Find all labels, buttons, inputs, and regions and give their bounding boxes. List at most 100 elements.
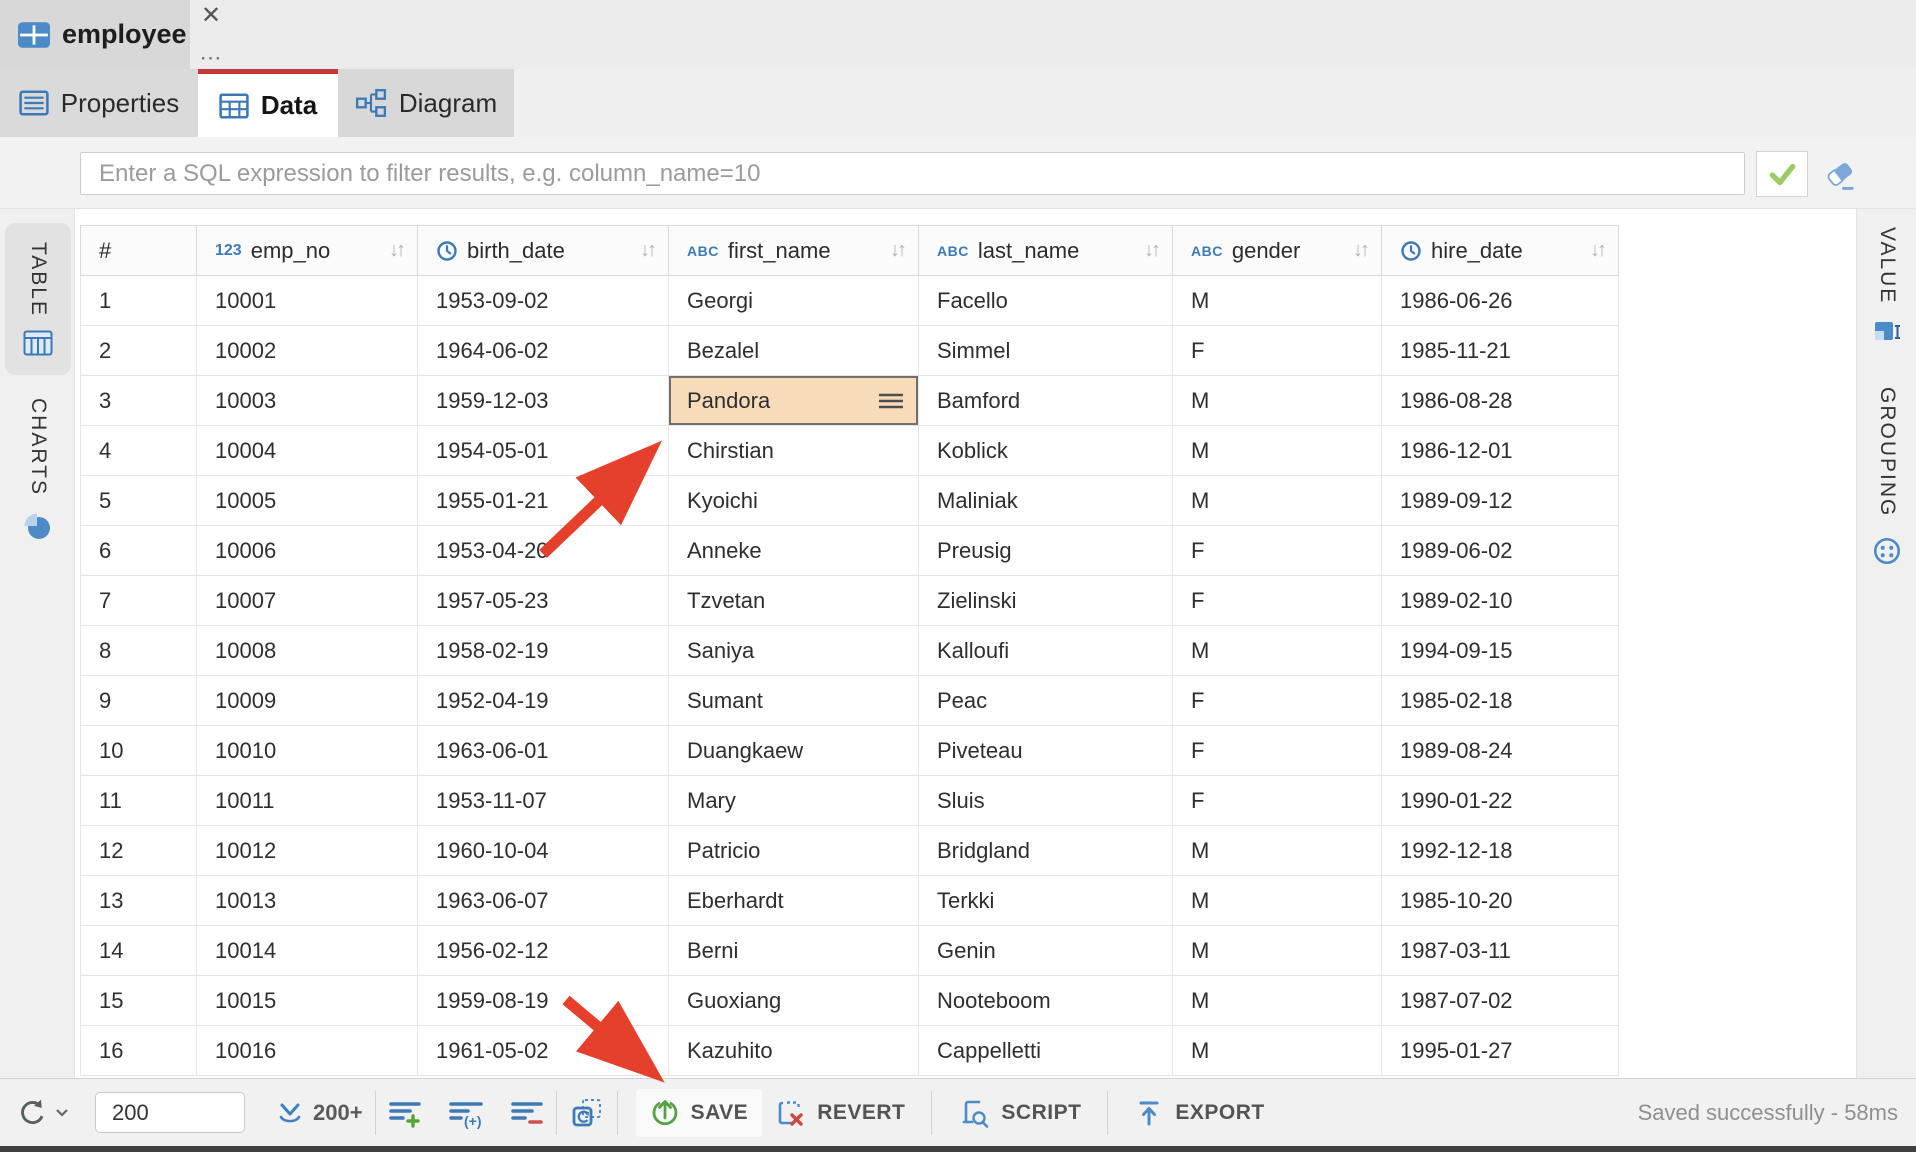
cell[interactable]: Kazuhito (669, 1026, 919, 1075)
cell[interactable]: 1959-12-03 (418, 376, 669, 425)
cell[interactable]: 1987-07-02 (1382, 976, 1619, 1025)
cell[interactable]: Georgi (669, 276, 919, 325)
cell[interactable]: 1963-06-07 (418, 876, 669, 925)
fetch-size-input[interactable] (95, 1092, 245, 1133)
column-header-emp_no[interactable]: 123emp_no↓↑ (197, 226, 418, 275)
cell[interactable]: 10013 (197, 876, 418, 925)
row-number-cell[interactable]: 3 (80, 376, 197, 425)
cell[interactable]: Piveteau (919, 726, 1173, 775)
cell[interactable]: Sumant (669, 676, 919, 725)
cell[interactable]: 1954-05-01 (418, 426, 669, 475)
panel-tab-grouping[interactable]: GROUPING (1858, 387, 1916, 567)
cell[interactable]: Guoxiang (669, 976, 919, 1025)
more-tabs-icon[interactable]: ⋯ (200, 52, 223, 63)
cell[interactable]: 1955-01-21 (418, 476, 669, 525)
cell[interactable]: F (1173, 526, 1382, 575)
row-number-cell[interactable]: 14 (80, 926, 197, 975)
cell[interactable]: 1987-03-11 (1382, 926, 1619, 975)
sort-icon[interactable]: ↓↑ (389, 239, 403, 262)
cell[interactable]: F (1173, 576, 1382, 625)
column-header-num[interactable]: # (80, 226, 197, 275)
row-number-cell[interactable]: 6 (80, 526, 197, 575)
cell[interactable]: 1989-09-12 (1382, 476, 1619, 525)
add-row-icon[interactable] (388, 1097, 422, 1129)
cell[interactable]: M (1173, 626, 1382, 675)
cell[interactable]: 1953-11-07 (418, 776, 669, 825)
cell[interactable]: 1953-04-20 (418, 526, 669, 575)
cell[interactable]: 10016 (197, 1026, 418, 1075)
revert-button[interactable]: REVERT (762, 1089, 919, 1137)
cell[interactable]: Duangkaew (669, 726, 919, 775)
cell[interactable]: 1995-01-27 (1382, 1026, 1619, 1075)
row-number-cell[interactable]: 15 (80, 976, 197, 1025)
cell[interactable]: 1986-06-26 (1382, 276, 1619, 325)
column-header-birth_date[interactable]: birth_date↓↑ (418, 226, 669, 275)
cell[interactable]: M (1173, 876, 1382, 925)
cell[interactable]: M (1173, 426, 1382, 475)
duplicate-row-icon[interactable]: (+) (448, 1097, 484, 1129)
cell[interactable]: 1989-08-24 (1382, 726, 1619, 775)
cell[interactable]: M (1173, 826, 1382, 875)
cell[interactable]: 1990-01-22 (1382, 776, 1619, 825)
apply-filter-button[interactable] (1756, 151, 1808, 197)
cell[interactable]: Patricio (669, 826, 919, 875)
row-number-cell[interactable]: 1 (80, 276, 197, 325)
cell[interactable]: 1994-09-15 (1382, 626, 1619, 675)
cell[interactable]: Zielinski (919, 576, 1173, 625)
cell[interactable]: Berni (669, 926, 919, 975)
cell[interactable]: F (1173, 676, 1382, 725)
cell[interactable]: 10004 (197, 426, 418, 475)
cell[interactable]: Mary (669, 776, 919, 825)
file-tab-employee[interactable]: employee (0, 0, 190, 69)
cell[interactable]: 10010 (197, 726, 418, 775)
sort-icon[interactable]: ↓↑ (890, 239, 904, 262)
panel-tab-value[interactable]: VALUE (1858, 227, 1916, 348)
row-number-cell[interactable]: 11 (80, 776, 197, 825)
cell[interactable]: 10014 (197, 926, 418, 975)
cell-menu-icon[interactable] (878, 393, 904, 409)
cell[interactable]: 10005 (197, 476, 418, 525)
cell[interactable]: Bridgland (919, 826, 1173, 875)
cell[interactable]: 1986-12-01 (1382, 426, 1619, 475)
delete-row-icon[interactable] (510, 1097, 544, 1129)
cell[interactable]: 1964-06-02 (418, 326, 669, 375)
fetch-next-segment-button[interactable]: 200+ (275, 1098, 363, 1128)
cell[interactable]: 1957-05-23 (418, 576, 669, 625)
cell[interactable]: Anneke (669, 526, 919, 575)
cell[interactable]: 1992-12-18 (1382, 826, 1619, 875)
cell[interactable]: Genin (919, 926, 1173, 975)
cell[interactable]: 10015 (197, 976, 418, 1025)
row-number-cell[interactable]: 5 (80, 476, 197, 525)
refresh-cell-icon[interactable] (569, 1096, 605, 1130)
cell[interactable]: 10008 (197, 626, 418, 675)
cell[interactable]: Terkki (919, 876, 1173, 925)
tab-diagram[interactable]: Diagram (338, 69, 514, 137)
cell[interactable]: F (1173, 726, 1382, 775)
cell[interactable]: Peac (919, 676, 1173, 725)
cell[interactable]: Facello (919, 276, 1173, 325)
cell[interactable]: Preusig (919, 526, 1173, 575)
column-header-hire_date[interactable]: hire_date↓↑ (1382, 226, 1619, 275)
cell[interactable]: 1959-08-19 (418, 976, 669, 1025)
cell[interactable]: 1985-10-20 (1382, 876, 1619, 925)
cell[interactable]: 1989-02-10 (1382, 576, 1619, 625)
cell[interactable]: Maliniak (919, 476, 1173, 525)
save-button[interactable]: SAVE (636, 1089, 763, 1137)
tab-data[interactable]: Data (198, 69, 338, 137)
cell[interactable]: Cappelletti (919, 1026, 1173, 1075)
cell[interactable]: 1986-08-28 (1382, 376, 1619, 425)
cell[interactable]: M (1173, 1026, 1382, 1075)
tab-properties[interactable]: Properties (0, 69, 198, 137)
cell[interactable]: 10011 (197, 776, 418, 825)
row-number-cell[interactable]: 8 (80, 626, 197, 675)
column-header-gender[interactable]: ABCgender↓↑ (1173, 226, 1382, 275)
cell[interactable]: 1952-04-19 (418, 676, 669, 725)
export-button[interactable]: EXPORT (1120, 1089, 1278, 1137)
row-number-cell[interactable]: 10 (80, 726, 197, 775)
cell[interactable]: 1956-02-12 (418, 926, 669, 975)
panel-tab-charts[interactable]: CHARTS (5, 385, 71, 555)
cell[interactable]: Tzvetan (669, 576, 919, 625)
cell[interactable]: 10009 (197, 676, 418, 725)
cell[interactable]: F (1173, 776, 1382, 825)
cell[interactable]: 10003 (197, 376, 418, 425)
